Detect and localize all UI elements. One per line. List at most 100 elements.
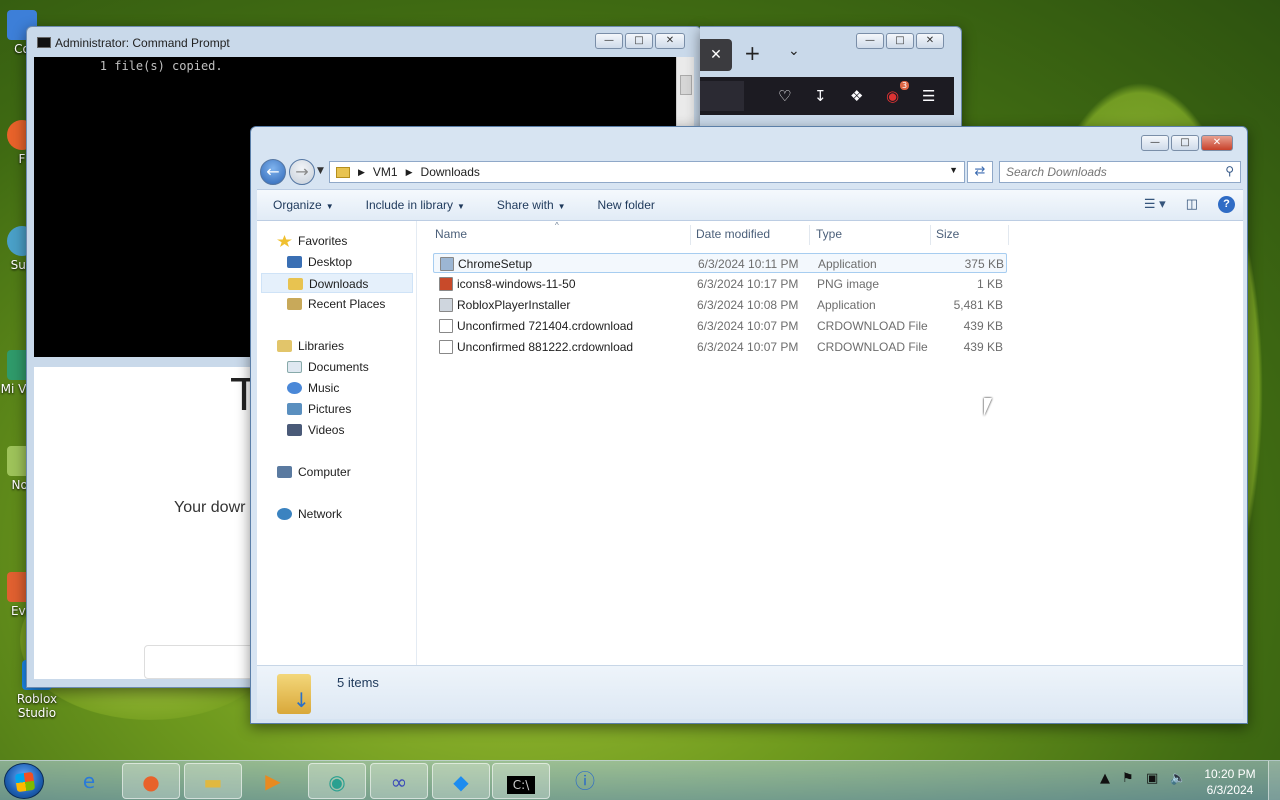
explorer-window[interactable]: — □ ✕ ← → ▼ ▶ VM1 ▶ Downloads ▼ ⇄ ⚲ Orga… xyxy=(250,126,1248,724)
close-button[interactable]: ✕ xyxy=(1201,135,1233,151)
menu-icon[interactable]: ☰ xyxy=(922,87,935,105)
nav-recent-places[interactable]: Recent Places xyxy=(287,294,385,314)
minimize-button[interactable]: — xyxy=(856,33,884,49)
breadcrumb-vm1[interactable]: VM1 xyxy=(373,165,398,179)
file-row[interactable]: Unconfirmed 881222.crdownload 6/3/2024 1… xyxy=(433,337,1007,357)
scrollbar-thumb[interactable] xyxy=(680,75,692,95)
network-icon[interactable]: ▣ xyxy=(1146,771,1158,786)
maximize-button[interactable]: □ xyxy=(625,33,653,49)
taskbar-roblox[interactable]: ◆ xyxy=(432,763,490,799)
blank-file-icon xyxy=(439,319,453,333)
taskbar-command-prompt[interactable]: C:\ xyxy=(492,763,550,799)
change-view-icon[interactable]: ☰ ▾ xyxy=(1144,196,1166,213)
close-button[interactable]: ✕ xyxy=(655,33,685,49)
forward-button[interactable]: → xyxy=(289,159,315,185)
maximize-button[interactable]: □ xyxy=(1171,135,1199,151)
close-button[interactable]: ✕ xyxy=(916,33,944,49)
navigation-pane: Favorites Desktop Downloads Recent Place… xyxy=(257,221,417,665)
nav-videos[interactable]: Videos xyxy=(287,420,344,440)
nav-music[interactable]: Music xyxy=(287,378,339,398)
taskbar-media-player[interactable]: ▶ xyxy=(244,763,302,799)
taskbar-info[interactable]: ⓘ xyxy=(556,763,614,799)
list-tabs-icon[interactable]: ⌄ xyxy=(788,43,800,59)
page-text: Your dowr xyxy=(174,499,246,516)
info-icon: ⓘ xyxy=(575,769,595,793)
nav-libraries[interactable]: Libraries xyxy=(277,336,344,356)
address-dropdown-icon[interactable]: ▼ xyxy=(949,165,958,175)
pictures-icon xyxy=(287,403,302,415)
tab-close-icon[interactable]: ✕ xyxy=(700,39,732,71)
column-header-name[interactable]: Name xyxy=(435,227,467,243)
search-icon[interactable]: ⚲ xyxy=(1225,164,1234,178)
nav-documents[interactable]: Documents xyxy=(287,357,369,377)
file-date: 6/3/2024 10:07 PM xyxy=(697,340,799,354)
start-button[interactable] xyxy=(4,763,44,799)
file-row[interactable]: icons8-windows-11-50 6/3/2024 10:17 PM P… xyxy=(433,274,1007,294)
taskbar-firefox[interactable]: ● xyxy=(122,763,180,799)
file-date: 6/3/2024 10:11 PM xyxy=(698,257,799,271)
nav-downloads[interactable]: Downloads xyxy=(261,273,413,293)
chevron-right-icon[interactable]: ▶ xyxy=(358,167,365,178)
search-input[interactable] xyxy=(1000,162,1210,182)
maximize-button[interactable]: □ xyxy=(886,33,914,49)
taskbar-internet-explorer[interactable]: e xyxy=(60,763,118,799)
navigation-bar: ← → ▼ ▶ VM1 ▶ Downloads ▼ ⇄ ⚲ xyxy=(259,157,1241,189)
nav-label: Network xyxy=(298,507,343,521)
search-box[interactable]: ⚲ xyxy=(999,161,1241,183)
column-divider[interactable] xyxy=(690,225,691,245)
include-in-library-button[interactable]: Include in library ▼ xyxy=(350,198,481,212)
folder-icon: ▬ xyxy=(203,770,223,794)
share-with-button[interactable]: Share with ▼ xyxy=(481,198,582,212)
column-divider[interactable] xyxy=(809,225,810,245)
show-desktop-button[interactable] xyxy=(1268,761,1280,800)
action-center-flag-icon[interactable]: ⚑ xyxy=(1122,771,1134,786)
chevron-right-icon[interactable]: ▶ xyxy=(406,167,413,178)
volume-muted-icon[interactable]: 🔈 xyxy=(1170,771,1186,786)
new-folder-button[interactable]: New folder xyxy=(582,198,671,212)
column-header-size[interactable]: Size xyxy=(936,227,959,243)
url-bar[interactable] xyxy=(700,81,744,111)
visual-studio-icon: ∞ xyxy=(390,770,408,794)
ublock-icon[interactable]: ◉ xyxy=(886,87,899,105)
extensions-icon[interactable]: ❖ xyxy=(850,87,863,105)
back-button[interactable]: ← xyxy=(260,159,286,185)
preview-pane-icon[interactable]: ◫ xyxy=(1186,196,1198,213)
application-icon xyxy=(439,298,453,312)
show-hidden-icons[interactable]: ▲ xyxy=(1100,771,1110,786)
dropdown-arrow-icon: ▼ xyxy=(457,202,465,211)
windows-logo-icon xyxy=(14,771,36,793)
nav-desktop[interactable]: Desktop xyxy=(287,252,352,272)
column-divider[interactable] xyxy=(1008,225,1009,245)
refresh-button[interactable]: ⇄ xyxy=(967,161,993,183)
column-header-date[interactable]: Date modified xyxy=(696,227,770,243)
taskbar-explorer[interactable]: ▬ xyxy=(184,763,242,799)
minimize-button[interactable]: — xyxy=(1141,135,1169,151)
history-dropdown-icon[interactable]: ▼ xyxy=(317,166,324,176)
clock[interactable]: 10:20 PM 6/3/2024 xyxy=(1198,766,1262,798)
nav-computer[interactable]: Computer xyxy=(277,462,351,482)
cmd-title-text: Administrator: Command Prompt xyxy=(55,36,230,50)
taskbar-visual-studio[interactable]: ∞ xyxy=(370,763,428,799)
nav-pictures[interactable]: Pictures xyxy=(287,399,351,419)
new-tab-icon[interactable]: + xyxy=(744,41,761,65)
nav-favorites[interactable]: Favorites xyxy=(277,231,347,251)
recent-places-icon xyxy=(287,298,302,310)
address-bar[interactable]: ▶ VM1 ▶ Downloads ▼ xyxy=(329,161,965,183)
minimize-button[interactable]: — xyxy=(595,33,623,49)
taskbar-app[interactable]: ◉ xyxy=(308,763,366,799)
column-header-type[interactable]: Type xyxy=(816,227,842,243)
nav-label: Computer xyxy=(298,465,351,479)
file-type: PNG image xyxy=(817,277,880,291)
column-divider[interactable] xyxy=(930,225,931,245)
file-row[interactable]: Unconfirmed 721404.crdownload 6/3/2024 1… xyxy=(433,316,1007,336)
firefox-window[interactable]: — □ ✕ ✕ + ⌄ ♡ ↧ ❖ ◉ ☰ 3 xyxy=(700,26,962,136)
organize-button[interactable]: Organize ▼ xyxy=(257,198,350,212)
download-icon[interactable]: ↧ xyxy=(814,87,827,105)
file-row[interactable]: RobloxPlayerInstaller 6/3/2024 10:08 PM … xyxy=(433,295,1007,315)
help-icon[interactable]: ? xyxy=(1218,196,1235,213)
file-row[interactable]: ChromeSetup 6/3/2024 10:11 PM Applicatio… xyxy=(433,253,1007,273)
pocket-icon[interactable]: ♡ xyxy=(778,87,791,105)
nav-network[interactable]: Network xyxy=(277,504,342,524)
breadcrumb-downloads[interactable]: Downloads xyxy=(421,165,480,179)
file-size: 439 KB xyxy=(963,340,1003,354)
